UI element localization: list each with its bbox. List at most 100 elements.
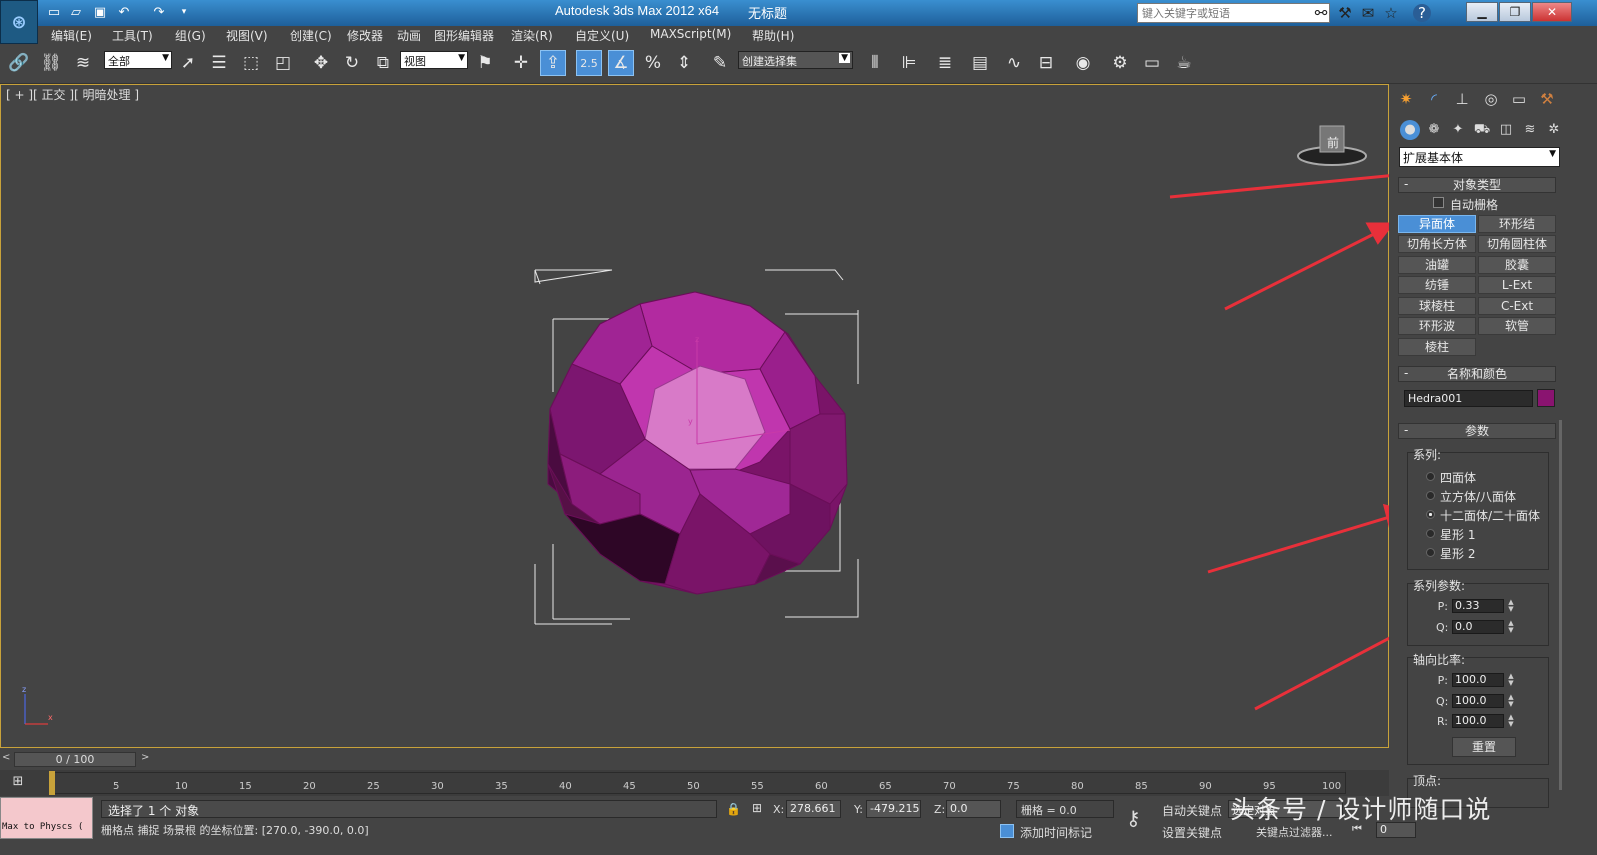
named-selection-dropdown[interactable]: 创建选择集 ▼ — [738, 51, 853, 69]
undo-icon[interactable]: ↶ — [115, 4, 133, 21]
create-tab-icon[interactable]: ✷ — [1395, 88, 1417, 110]
geometry-category-icon[interactable]: ● — [1400, 120, 1420, 140]
viewcube-front-label[interactable]: 前 — [1327, 134, 1339, 151]
time-prev-icon[interactable]: < — [2, 752, 10, 763]
keyboard-shortcut-override-icon[interactable]: ⇪ — [540, 50, 566, 76]
family-q-spinner[interactable]: 0.0 — [1452, 620, 1504, 634]
minimize-button[interactable]: ▁ — [1466, 2, 1498, 22]
help-icon[interactable]: ? — [1413, 4, 1431, 22]
subscription-icon[interactable]: ⚒ — [1335, 4, 1355, 22]
family-radio-cube-octa[interactable] — [1426, 491, 1435, 500]
menu-tools[interactable]: 工具(T) — [112, 27, 153, 44]
current-frame-marker[interactable] — [49, 771, 55, 795]
menu-customize[interactable]: 自定义(U) — [575, 27, 629, 44]
binoculars-icon[interactable]: ⚯ — [1311, 4, 1331, 22]
menu-rendering[interactable]: 渲染(R) — [511, 27, 553, 44]
time-tag-icon[interactable] — [1000, 824, 1014, 838]
family-radio-dodec-icos[interactable] — [1426, 510, 1435, 519]
window-crossing-icon[interactable]: ◰ — [270, 50, 296, 76]
lights-category-icon[interactable]: ✦ — [1448, 120, 1468, 140]
layer-manager-icon[interactable]: ≣ — [932, 50, 958, 76]
rectangle-region-icon[interactable]: ⬚ — [238, 50, 264, 76]
menu-help[interactable]: 帮助(H) — [752, 27, 794, 44]
time-slider-thumb[interactable]: 0 / 100 — [14, 752, 136, 767]
schematic-view-icon[interactable]: ⊟ — [1033, 50, 1059, 76]
autogrid-checkbox[interactable] — [1433, 197, 1444, 208]
menu-create[interactable]: 创建(C) — [290, 27, 332, 44]
family-q-spinner-arrows[interactable]: ▲ ▼ — [1506, 620, 1516, 634]
menu-group[interactable]: 组(G) — [175, 27, 206, 44]
axis-q-spinner[interactable]: 100.0 — [1452, 694, 1504, 708]
axis-p-spinner[interactable]: 100.0 — [1452, 673, 1504, 687]
manipulate-icon[interactable]: ✛ — [508, 50, 534, 76]
snap-toggle-icon[interactable]: 2.5 — [576, 50, 602, 76]
align-icon[interactable]: ⊫ — [896, 50, 922, 76]
helpers-category-icon[interactable]: ◫ — [1496, 120, 1516, 140]
quick-access-dropdown-icon[interactable]: ▾ — [175, 4, 193, 21]
auto-key-button[interactable]: 自动关键点 — [1162, 802, 1222, 819]
reset-button[interactable]: 重置 — [1452, 737, 1516, 757]
object-button-oil-tank[interactable]: 油罐 — [1398, 256, 1476, 274]
rendered-frame-icon[interactable]: ▭ — [1139, 50, 1165, 76]
mirror-icon[interactable]: ⫴ — [862, 50, 888, 76]
axis-r-spinner-arrows[interactable]: ▲ ▼ — [1506, 714, 1516, 728]
object-button-prism[interactable]: 棱柱 — [1398, 338, 1476, 356]
open-file-icon[interactable]: ▱ — [67, 4, 85, 21]
object-color-swatch[interactable] — [1537, 389, 1555, 407]
family-p-spinner-arrows[interactable]: ▲ ▼ — [1506, 599, 1516, 613]
name-color-rollout-header[interactable]: - 名称和颜色 — [1398, 366, 1556, 382]
percent-snap-icon[interactable]: % — [640, 50, 666, 76]
family-radio-star2[interactable] — [1426, 548, 1435, 557]
object-button-l-ext[interactable]: L-Ext — [1478, 276, 1556, 294]
angle-snap-icon[interactable]: ∡ — [608, 50, 634, 76]
unlink-icon[interactable]: ⛓ — [38, 50, 64, 76]
object-button-gengon[interactable]: 球棱柱 — [1398, 297, 1476, 315]
redo-icon[interactable]: ↷ — [150, 4, 168, 21]
object-button-chamfer-cyl[interactable]: 切角圆柱体 — [1478, 235, 1556, 253]
object-name-field[interactable] — [1404, 390, 1533, 407]
curve-editor-mini-icon[interactable]: ⊞ — [8, 774, 28, 790]
new-file-icon[interactable]: ▭ — [45, 4, 63, 21]
render-setup-icon[interactable]: ⚙ — [1107, 50, 1133, 76]
select-rotate-icon[interactable]: ↻ — [339, 50, 365, 76]
selection-filter-dropdown[interactable]: 全部 ▼ — [104, 51, 172, 69]
key-filters-button[interactable]: 关键点过滤器... — [1256, 824, 1333, 840]
menu-graph-editors[interactable]: 图形编辑器 — [434, 27, 494, 44]
pivot-center-icon[interactable]: ⚑ — [472, 50, 498, 76]
family-p-spinner[interactable]: 0.33 — [1452, 599, 1504, 613]
object-button-spindle[interactable]: 纺锤 — [1398, 276, 1476, 294]
restore-button[interactable]: ❐ — [1499, 2, 1531, 22]
family-radio-tetra[interactable] — [1426, 472, 1435, 481]
menu-modifiers[interactable]: 修改器 — [347, 27, 383, 44]
systems-category-icon[interactable]: ✲ — [1544, 120, 1564, 140]
favorites-star-icon[interactable]: ☆ — [1381, 4, 1401, 22]
utilities-tab-icon[interactable]: ⚒ — [1536, 88, 1558, 110]
object-button-hedra[interactable]: 异面体 — [1398, 215, 1476, 233]
menu-edit[interactable]: 编辑(E) — [51, 27, 92, 44]
curve-editor-icon[interactable]: ∿ — [1001, 50, 1027, 76]
spinner-snap-icon[interactable]: ⇕ — [671, 50, 697, 76]
select-by-name-icon[interactable]: ☰ — [206, 50, 232, 76]
axis-r-spinner[interactable]: 100.0 — [1452, 714, 1504, 728]
z-coord-field[interactable]: 0.0 — [946, 800, 1001, 818]
family-radio-star1[interactable] — [1426, 529, 1435, 538]
select-object-icon[interactable]: ➚ — [175, 50, 201, 76]
display-tab-icon[interactable]: ▭ — [1508, 88, 1530, 110]
select-move-icon[interactable]: ✥ — [308, 50, 334, 76]
time-next-icon[interactable]: > — [141, 752, 149, 763]
close-button[interactable]: ✕ — [1532, 2, 1572, 22]
object-type-rollout-header[interactable]: - 对象类型 — [1398, 177, 1556, 193]
motion-tab-icon[interactable]: ◎ — [1480, 88, 1502, 110]
search-input[interactable] — [1137, 3, 1330, 23]
save-icon[interactable]: ▣ — [91, 4, 109, 21]
menu-views[interactable]: 视图(V) — [226, 27, 268, 44]
menu-animation[interactable]: 动画 — [397, 27, 421, 44]
reference-coord-dropdown[interactable]: 视图 ▼ — [400, 51, 468, 69]
render-production-icon[interactable]: ☕ — [1171, 50, 1197, 76]
material-editor-icon[interactable]: ◉ — [1070, 50, 1096, 76]
maxscript-listener[interactable]: Max to Physcs ( — [0, 797, 93, 839]
object-button-c-ext[interactable]: C-Ext — [1478, 297, 1556, 315]
absolute-mode-icon[interactable]: ⊞ — [752, 801, 768, 817]
communication-icon[interactable]: ✉ — [1358, 4, 1378, 22]
link-icon[interactable]: 🔗 — [6, 50, 32, 76]
